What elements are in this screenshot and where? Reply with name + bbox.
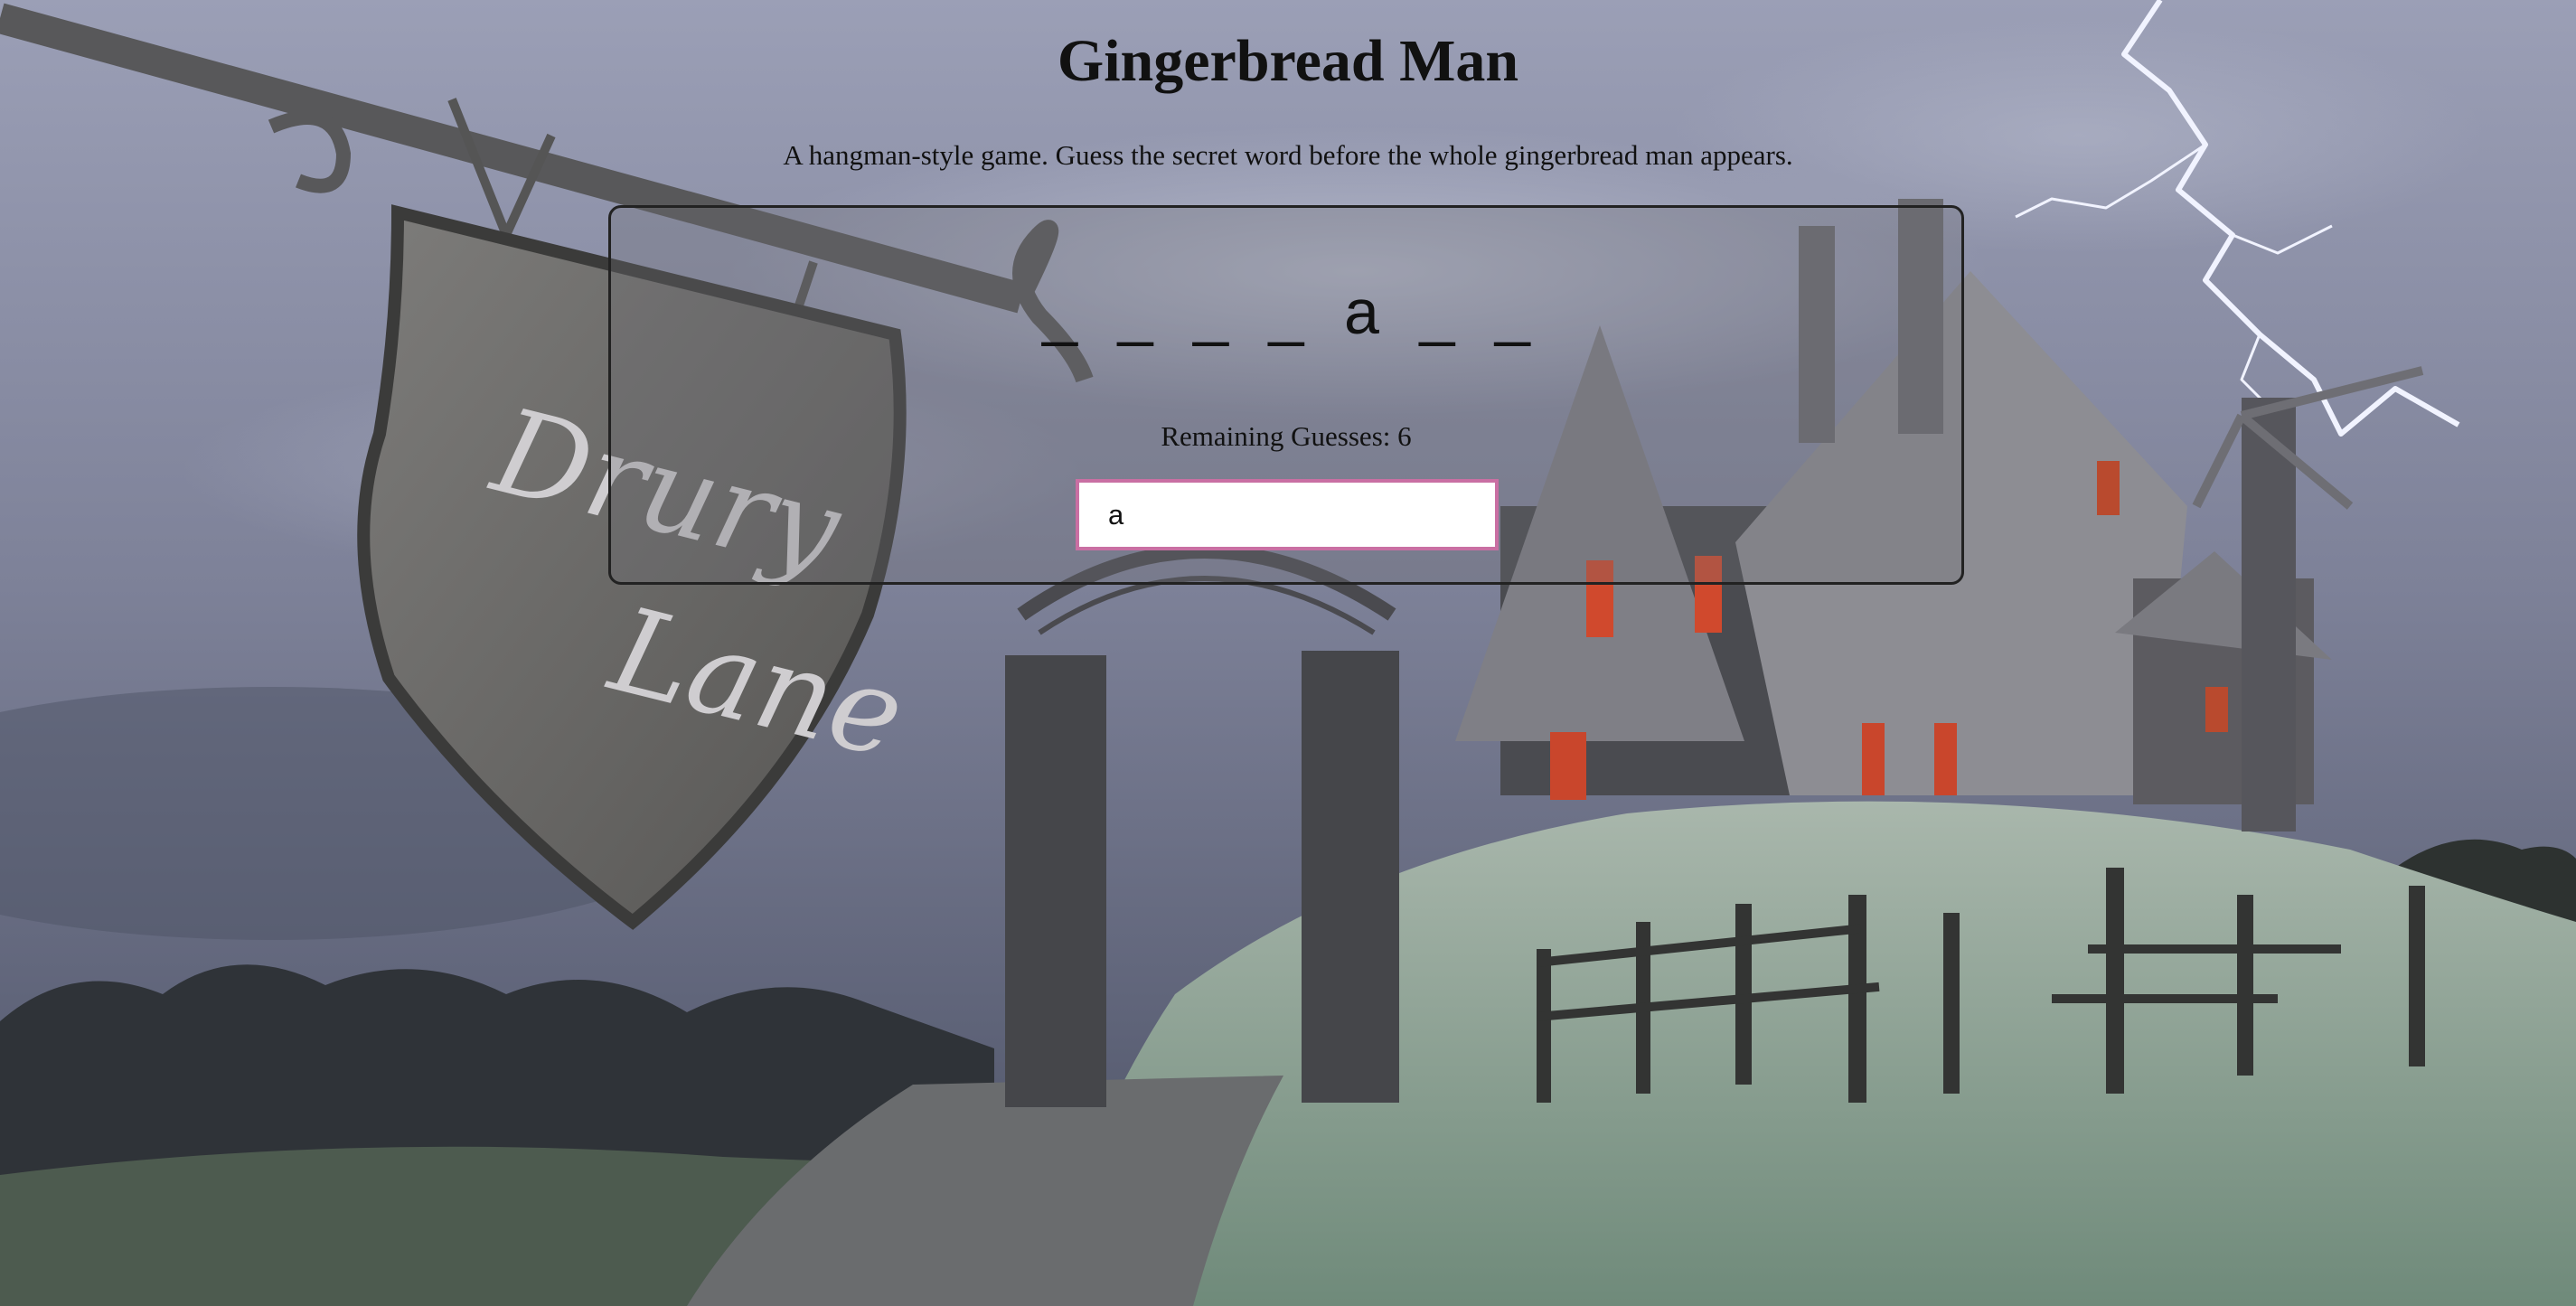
remaining-guesses: Remaining Guesses: 6 [1161,420,1412,452]
letter-slot: a [1343,277,1379,347]
background-scene: Drury Lane [0,0,2576,1306]
letter-slot: _ [1494,277,1530,347]
letter-slot: _ [1268,277,1304,347]
letter-slot: _ [1117,277,1153,347]
page-subtitle: A hangman-style game. Guess the secret w… [783,139,1793,171]
game-panel: _ _ _ _ a _ _ Remaining Guesses: 6 [608,205,1964,585]
guess-input[interactable] [1076,479,1499,550]
word-display: _ _ _ _ a _ _ [611,276,1961,348]
page-title: Gingerbread Man [1057,28,1519,94]
letter-slot: _ [1042,277,1078,347]
letter-slot: _ [1193,277,1229,347]
letter-slot: _ [1419,277,1455,347]
